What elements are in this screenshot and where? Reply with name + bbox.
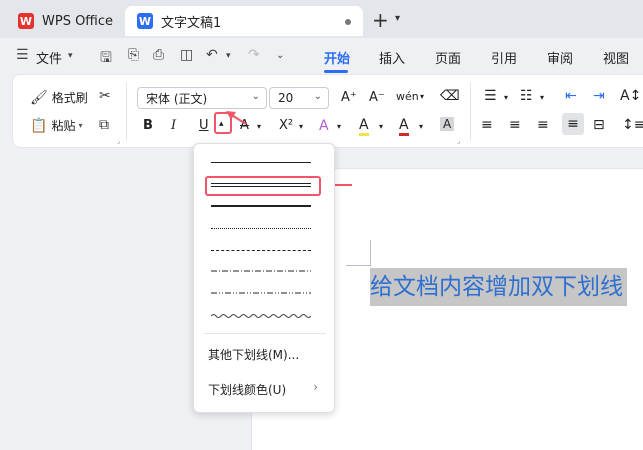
underline-option-dash-dot-dot[interactable]	[211, 291, 311, 295]
underline-style-dropdown: 其他下划线(M)... 下划线颜色(U) ›	[193, 143, 335, 413]
underline-option-dotted[interactable]	[211, 228, 311, 229]
underline-option-single[interactable]	[211, 162, 311, 163]
underline-option-dashed[interactable]	[211, 250, 311, 251]
more-underlines-item[interactable]: 其他下划线(M)...	[208, 346, 299, 363]
underline-option-dash-dot[interactable]	[211, 269, 311, 273]
underline-option-thick[interactable]	[211, 205, 311, 207]
annotation-arrowhead	[226, 111, 236, 120]
underline-option-double[interactable]	[211, 183, 311, 187]
underline-option-wave[interactable]	[211, 313, 311, 319]
dropdown-divider	[204, 333, 326, 334]
chevron-right-icon: ›	[313, 380, 318, 394]
underline-color-item[interactable]: 下划线颜色(U)	[208, 381, 286, 398]
